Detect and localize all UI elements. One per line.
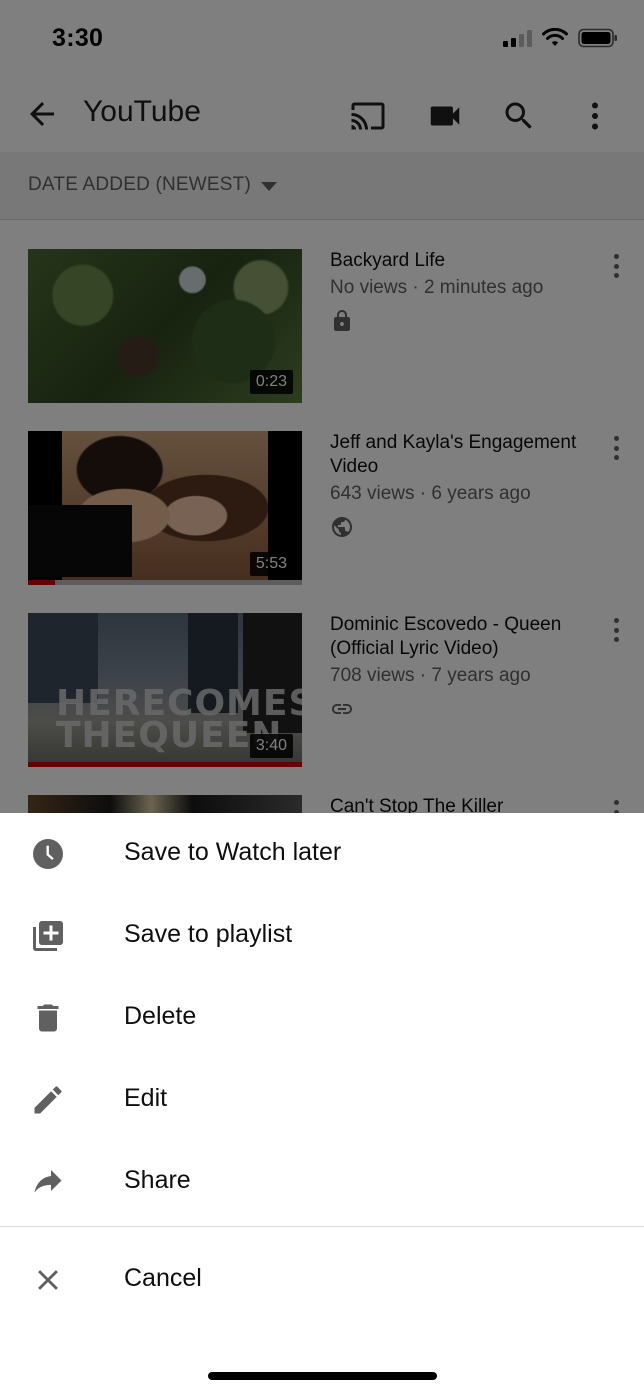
sheet-item-label: Save to playlist	[124, 920, 293, 948]
home-indicator[interactable]	[208, 1372, 437, 1380]
action-sheet: Save to Watch later Save to playlist Del…	[0, 813, 644, 1394]
app-screen: 3:30 YouTube	[0, 0, 644, 1394]
close-icon	[38, 1270, 58, 1290]
playlist-add-icon	[33, 921, 63, 951]
share-button[interactable]: Share	[0, 1141, 644, 1223]
delete-button[interactable]: Delete	[0, 977, 644, 1059]
save-to-watch-later-button[interactable]: Save to Watch later	[0, 813, 644, 895]
sheet-divider	[0, 1226, 644, 1227]
trash-icon	[37, 1004, 59, 1032]
sheet-item-label: Save to Watch later	[124, 838, 342, 866]
clock-icon	[33, 839, 63, 869]
share-arrow-icon	[34, 1170, 62, 1193]
sheet-item-label: Delete	[124, 1002, 197, 1030]
save-to-playlist-button[interactable]: Save to playlist	[0, 895, 644, 977]
cancel-button[interactable]: Cancel	[0, 1239, 644, 1321]
sheet-item-label: Cancel	[124, 1264, 202, 1292]
edit-button[interactable]: Edit	[0, 1059, 644, 1141]
sheet-item-label: Share	[124, 1166, 191, 1194]
sheet-item-label: Edit	[124, 1084, 168, 1112]
pencil-icon	[34, 1086, 62, 1114]
